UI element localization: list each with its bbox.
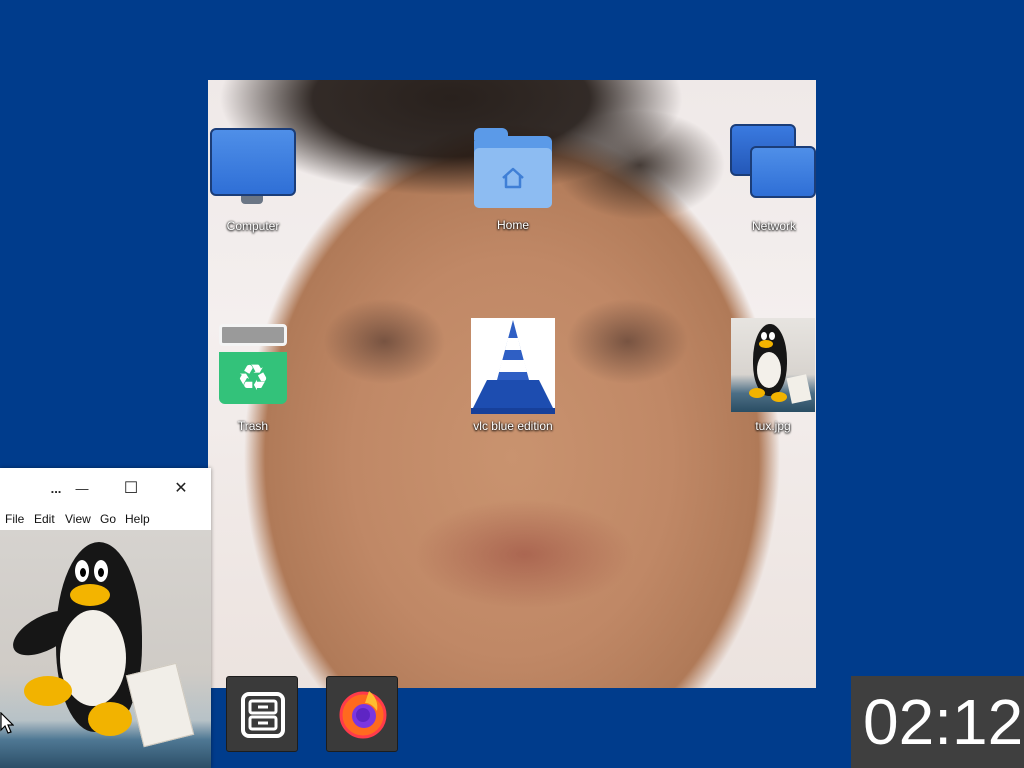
desktop-icon-home[interactable]: Home (463, 126, 563, 236)
desktop-icon-label: tux.jpg (755, 419, 791, 433)
close-button[interactable]: ✕ (167, 476, 195, 500)
desktop-icon-vlc[interactable]: vlc blue edition (463, 318, 563, 436)
window-titlebar[interactable]: ... — ☐ ✕ (0, 468, 211, 508)
firefox-icon (339, 691, 387, 739)
computer-icon (210, 128, 296, 210)
window-title: ... (50, 480, 62, 496)
desktop-icon-computer[interactable]: Computer (203, 126, 303, 236)
desktop-icon-label: Trash (237, 419, 269, 433)
file-cabinet-icon (241, 692, 285, 738)
image-canvas[interactable] (0, 530, 211, 768)
image-thumbnail-icon (731, 318, 815, 412)
maximize-button[interactable]: ☐ (117, 476, 145, 500)
trash-icon: ♻ (219, 324, 287, 406)
home-folder-icon (474, 128, 552, 210)
image-viewer-window[interactable]: ... — ☐ ✕ File Edit View Go Help (0, 468, 211, 768)
desktop-icon-label: vlc blue edition (473, 419, 553, 433)
menu-file[interactable]: File (5, 512, 24, 526)
taskbar-file-manager-button[interactable] (226, 676, 298, 752)
desktop-icon-network[interactable]: Network (724, 124, 824, 236)
taskbar-clock: 02:12 (851, 676, 1024, 768)
mouse-cursor-icon (0, 712, 14, 734)
menu-go[interactable]: Go (100, 512, 116, 526)
menu-edit[interactable]: Edit (34, 512, 55, 526)
menu-view[interactable]: View (65, 512, 91, 526)
minimize-button[interactable]: — (68, 476, 96, 500)
desktop-icon-trash[interactable]: ♻ Trash (203, 324, 303, 436)
vlc-cone-icon (471, 318, 555, 414)
taskbar-firefox-button[interactable] (326, 676, 398, 752)
tux-photo (0, 530, 211, 768)
network-icon (730, 124, 818, 206)
desktop-icon-label: Home (496, 218, 529, 232)
desktop-icon-label: Computer (226, 219, 280, 233)
menu-bar: File Edit View Go Help (0, 508, 211, 530)
desktop-icon-tux[interactable]: tux.jpg (723, 318, 823, 436)
menu-help[interactable]: Help (125, 512, 150, 526)
desktop-icon-label: Network (751, 219, 796, 233)
